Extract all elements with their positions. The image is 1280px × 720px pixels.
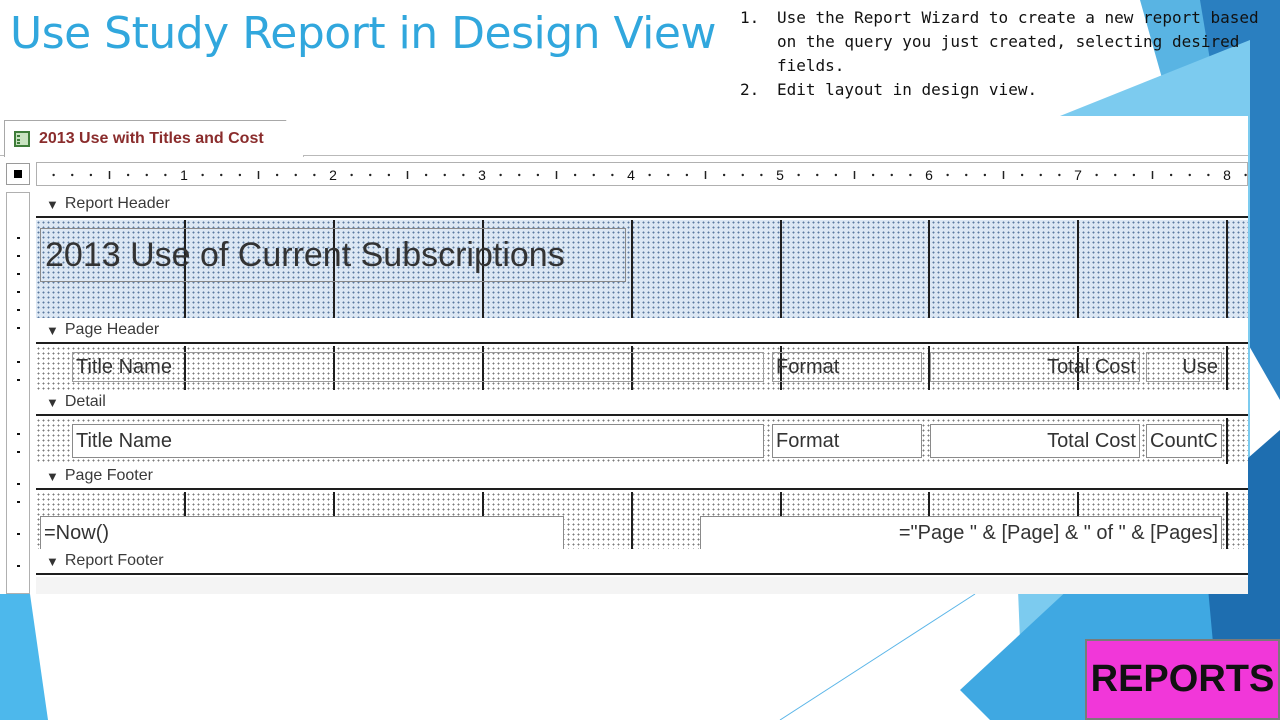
ruler-tick [17,451,20,453]
ruler-tick [17,501,20,503]
ruler-tick [17,291,20,293]
page-number-textbox[interactable]: ="Page " & [Page] & " of " & [Pages] [700,516,1222,550]
now-textbox[interactable]: =Now() [40,516,564,550]
section-arrow-icon: ▼ [46,196,59,212]
design-surface: ▼ Report Header 2013 Use of Current Subs… [36,192,1248,594]
ruler-tick [17,483,20,485]
ruler-number: 8 [1223,167,1231,183]
ruler-number: 4 [627,167,635,183]
step-text: Use the Report Wizard to create a new re… [777,8,1259,75]
report-icon [14,131,30,147]
ruler-tick [17,379,20,381]
section-arrow-icon: ▼ [46,322,59,338]
step-text: Edit layout in design view. [777,80,1038,99]
slide-title: Use Study Report in Design View [10,8,716,59]
ruler-number: 1 [180,167,188,183]
ruler-tick [17,361,20,363]
section-bar-detail[interactable]: ▼ Detail [36,390,1248,416]
report-header-area[interactable]: 2013 Use of Current Subscriptions [36,220,1248,320]
ruler-tick [17,273,20,275]
ruler-number: 6 [925,167,933,183]
page-header-area[interactable]: Title Name Format Total Cost Use [36,346,1248,390]
section-label: Report Header [64,195,170,212]
ruler-number: 7 [1074,167,1082,183]
report-title-label[interactable]: 2013 Use of Current Subscriptions [40,228,626,282]
ruler-tick [17,255,20,257]
format-label[interactable]: Format [772,352,922,382]
ruler-number: 2 [329,167,337,183]
section-bar-report-footer[interactable]: ▼ Report Footer [36,549,1248,575]
step-1: 1. Use the Report Wizard to create a new… [740,6,1280,78]
horizontal-ruler: 1 2 3 4 5 6 7 8 [36,162,1248,186]
ruler-number: 5 [776,167,784,183]
step-number: 1. [740,8,760,27]
section-label: Report Footer [64,552,164,569]
ruler-row: 1 2 3 4 5 6 7 8 [0,160,1248,186]
vertical-ruler [6,192,30,594]
count-textbox[interactable]: CountC [1146,424,1222,458]
section-bar-report-header[interactable]: ▼ Report Header [36,192,1248,218]
total-cost-textbox[interactable]: Total Cost [930,424,1140,458]
section-bar-page-header[interactable]: ▼ Page Header [36,318,1248,344]
report-selector[interactable] [6,163,30,185]
ruler-tick [17,309,20,311]
step-number: 2. [740,80,760,99]
tab-report[interactable]: 2013 Use with Titles and Cost [4,120,304,157]
use-label[interactable]: Use [1146,352,1222,382]
section-arrow-icon: ▼ [46,394,59,410]
section-label: Page Footer [64,467,153,484]
step-2: 2. Edit layout in design view. [740,78,1280,102]
total-cost-label[interactable]: Total Cost [930,352,1140,382]
ruler-tick [17,327,20,329]
section-label: Page Header [64,321,160,338]
title-name-textbox[interactable]: Title Name [72,424,764,458]
report-footer-area[interactable] [36,577,1248,594]
document-tabstrip: 2013 Use with Titles and Cost [0,116,1248,157]
reports-badge: REPORTS [1085,639,1280,720]
report-design-window: 2013 Use with Titles and Cost 1 2 3 4 5 6 7 8 ▼… [0,116,1248,594]
tab-label: 2013 Use with Titles and Cost [39,130,264,147]
ruler-tick [17,565,20,567]
section-arrow-icon: ▼ [46,468,59,484]
page-footer-area[interactable]: =Now() ="Page " & [Page] & " of " & [Pag… [36,492,1248,550]
title-name-label[interactable]: Title Name [72,352,764,382]
ruler-tick [17,533,20,535]
section-label: Detail [64,393,106,410]
detail-area[interactable]: Title Name Format Total Cost CountC [36,418,1248,466]
section-arrow-icon: ▼ [46,553,59,569]
instruction-steps: 1. Use the Report Wizard to create a new… [740,6,1280,102]
ruler-number: 3 [478,167,486,183]
section-bar-page-footer[interactable]: ▼ Page Footer [36,464,1248,490]
format-textbox[interactable]: Format [772,424,922,458]
ruler-ticks: 1 2 3 4 5 6 7 8 [52,167,1247,183]
ruler-tick [17,433,20,435]
ruler-tick [17,237,20,239]
